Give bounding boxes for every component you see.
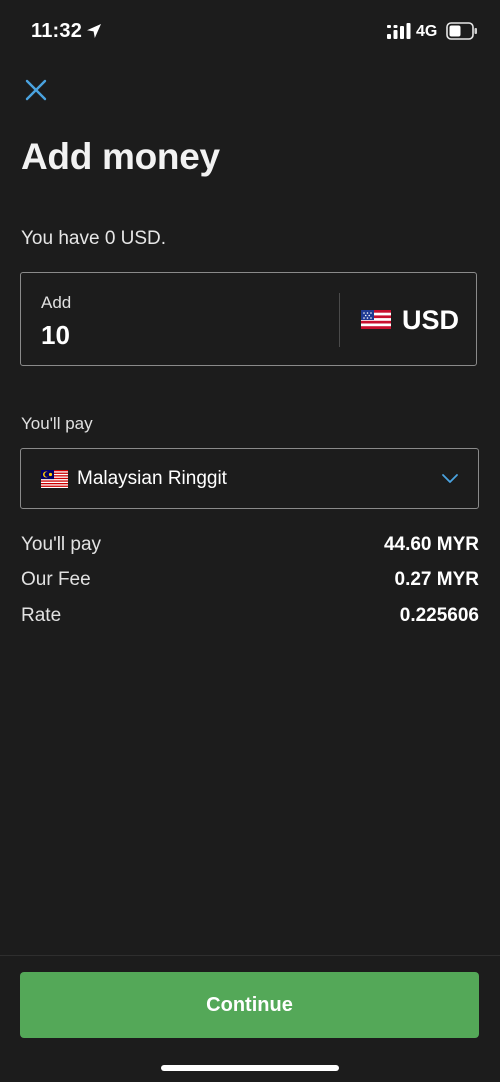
- close-icon: [25, 79, 47, 101]
- signal-icon: [387, 23, 411, 39]
- summary-value: 44.60 MYR: [383, 534, 479, 555]
- summary-row-you-pay: You'll pay 44.60 MYR: [21, 534, 479, 562]
- currency-selector[interactable]: USD: [341, 273, 477, 365]
- amount-label: Add: [41, 293, 72, 312]
- summary-value: 0.27 MYR: [394, 569, 479, 590]
- currency-code: USD: [402, 305, 460, 335]
- battery-icon: [446, 22, 477, 40]
- malaysia-flag-icon: [41, 470, 68, 488]
- home-indicator: [161, 1065, 339, 1071]
- amount-input[interactable]: [41, 319, 321, 351]
- summary-label: Our Fee: [21, 569, 91, 590]
- status-time: 11:32: [31, 20, 83, 42]
- network-type: 4G: [416, 23, 438, 40]
- location-arrow-icon: [87, 24, 101, 38]
- balance-text: You have 0 USD.: [21, 228, 167, 249]
- pay-currency-name: Malaysian Ringgit: [77, 468, 227, 489]
- status-bar: 11:32 4G: [0, 0, 500, 64]
- close-button[interactable]: [20, 74, 52, 106]
- summary-row-rate: Rate 0.225606: [21, 605, 479, 633]
- pay-with-label: You'll pay: [21, 414, 93, 433]
- summary-label: You'll pay: [21, 534, 102, 555]
- summary-value: 0.225606: [399, 605, 479, 626]
- continue-button[interactable]: Continue: [20, 972, 479, 1038]
- pay-currency-dropdown[interactable]: Malaysian Ringgit: [20, 448, 479, 509]
- us-flag-icon: [361, 310, 391, 329]
- bottom-divider: [0, 955, 500, 956]
- summary-row-fee: Our Fee 0.27 MYR: [21, 569, 479, 597]
- summary-label: Rate: [21, 605, 62, 626]
- amount-field: Add USD: [20, 272, 477, 366]
- chevron-down-icon: [442, 474, 458, 483]
- page-title: Add money: [21, 136, 220, 177]
- amount-divider: [339, 293, 340, 347]
